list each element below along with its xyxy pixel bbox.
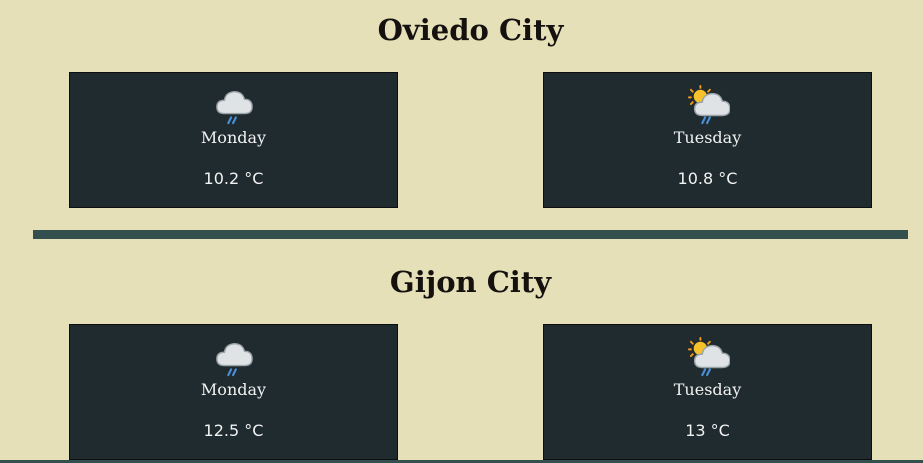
rain-cloud-icon xyxy=(215,342,253,377)
forecast-day-label: Tuesday xyxy=(673,380,742,399)
forecast-card-gijon-monday: Monday 12.5 °C xyxy=(69,324,398,460)
forecast-day-label: Tuesday xyxy=(673,128,742,147)
forecast-temperature: 13 °C xyxy=(685,421,730,440)
sun-behind-rain-cloud-icon xyxy=(687,337,730,377)
forecast-day-label: Monday xyxy=(200,380,267,399)
forecast-card-oviedo-tuesday: Tuesday 10.8 °C xyxy=(543,72,872,208)
forecast-temperature: 10.8 °C xyxy=(677,169,738,188)
sun-behind-rain-cloud-icon xyxy=(687,85,730,125)
forecast-card-gijon-tuesday: Tuesday 13 °C xyxy=(543,324,872,460)
rain-cloud-icon xyxy=(215,90,253,125)
forecast-temperature: 10.2 °C xyxy=(203,169,264,188)
section-divider xyxy=(33,230,908,239)
city-title-gijon: Gijon City xyxy=(389,265,552,299)
forecast-card-oviedo-monday: Monday 10.2 °C xyxy=(69,72,398,208)
forecast-temperature: 12.5 °C xyxy=(203,421,264,440)
city-title-oviedo: Oviedo City xyxy=(377,13,564,47)
forecast-day-label: Monday xyxy=(200,128,267,147)
